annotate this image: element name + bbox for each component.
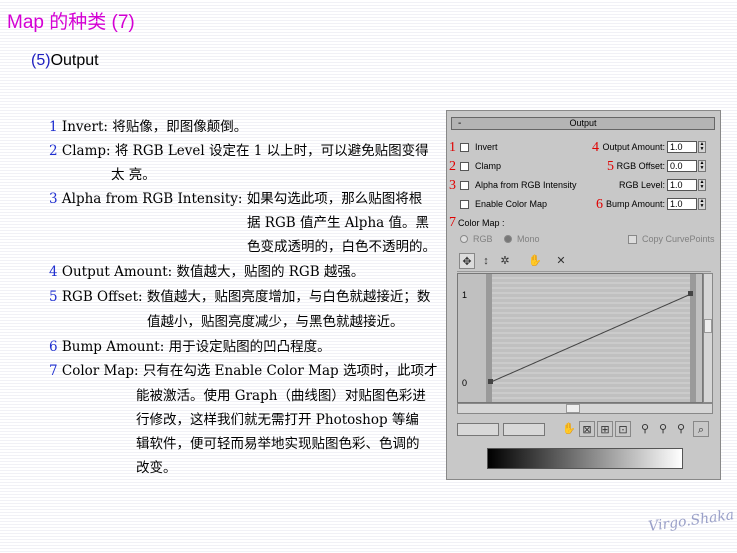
zoom-vertical-extents-icon[interactable]: ⊡ <box>615 421 631 437</box>
item-text: RGB Offset: 数值越大，贴图亮度增加，与白色就越接近；数 <box>61 289 431 305</box>
alpha-from-rgb-label: Alpha from RGB Intensity <box>475 180 577 190</box>
delete-point-icon[interactable]: ✕ <box>553 253 569 269</box>
clamp-label: Clamp <box>475 161 502 171</box>
curve-graph[interactable]: 1 0 <box>457 273 703 403</box>
marker-4: 4 <box>592 140 599 155</box>
curve-graph-svg: 1 0 <box>462 274 696 402</box>
item-number: 1 <box>49 119 58 135</box>
bump-amount-input[interactable]: 1.0 <box>667 198 697 210</box>
marker-1: 1 <box>449 140 456 155</box>
output-amount-label: Output Amount: <box>602 142 665 152</box>
color-gradient-bar <box>487 448 683 469</box>
list-item-color-map: 7 Color Map: 只有在勾选 Enable Color Map 选项时，… <box>49 359 437 383</box>
author-signature: Virgo.Shaka <box>647 507 736 535</box>
point-x-field[interactable] <box>457 423 499 436</box>
item-text-continued: 改变。 <box>136 460 177 476</box>
item-number: 7 <box>49 363 58 379</box>
horizontal-scroll-thumb[interactable] <box>566 404 580 413</box>
zoom-horizontal-icon[interactable]: ⚲ <box>637 421 653 437</box>
rollout-title: Output <box>569 118 597 128</box>
item-text-continued: 据 RGB 值产生 Alpha 值。黑 <box>247 215 429 231</box>
invert-checkbox[interactable] <box>460 143 469 152</box>
zoom-icon[interactable]: ⚲ <box>673 421 689 437</box>
list-item-alpha: 3 Alpha from RGB Intensity: 如果勾选此项，那么贴图将… <box>49 187 422 211</box>
list-item-rgb-offset: 5 RGB Offset: 数值越大，贴图亮度增加，与白色就越接近；数 <box>49 285 430 309</box>
graph-horizontal-scrollbar[interactable] <box>457 403 713 414</box>
zoom-horizontal-extents-icon[interactable]: ⊞ <box>597 421 613 437</box>
list-item-invert: 1 Invert: 将贴像，即图像颠倒。 <box>49 115 247 139</box>
item-text: Clamp: 将 RGB Level 设定在 1 以上时，可以避免贴图变得 <box>61 143 429 159</box>
spinner-arrows-icon[interactable]: ▲ ▼ <box>698 179 706 191</box>
spinner-arrows-icon[interactable]: ▲ ▼ <box>698 141 706 153</box>
item-text-continued: 太 亮。 <box>111 167 156 183</box>
rgb-radio-label: RGB <box>473 234 493 244</box>
bump-amount-label: Bump Amount: <box>605 199 665 209</box>
item-text-continued: 色变成透明的，白色不透明的。 <box>247 239 436 255</box>
copy-curve-points-checkbox[interactable] <box>628 235 637 244</box>
page-title: Map 的种类 (7) <box>7 12 135 33</box>
alpha-from-rgb-checkbox[interactable] <box>460 181 469 190</box>
mono-radio-label: Mono <box>517 234 540 244</box>
clamp-checkbox[interactable] <box>460 162 469 171</box>
spinner-arrows-icon[interactable]: ▲ ▼ <box>698 198 706 210</box>
item-text: Invert: 将贴像，即图像颠倒。 <box>61 119 248 135</box>
item-number: 3 <box>49 191 58 207</box>
point-y-field[interactable] <box>503 423 545 436</box>
item-text: Output Amount: 数值越大，贴图的 RGB 越强。 <box>61 264 365 280</box>
zoom-region-icon[interactable]: ⌕ <box>693 421 709 437</box>
section-number: (5) <box>31 52 51 69</box>
item-number: 4 <box>49 264 58 280</box>
item-text-continued: 辑软件，便可轻而易举地实现贴图色彩、色调的 <box>136 436 420 452</box>
rgb-offset-label: RGB Offset: <box>616 161 665 171</box>
add-point-icon[interactable]: ✲ <box>497 253 513 269</box>
curve-point-end[interactable] <box>688 291 693 296</box>
marker-6: 6 <box>596 197 603 212</box>
rgb-level-input[interactable]: 1.0 <box>667 179 697 191</box>
vertical-scroll-thumb[interactable] <box>704 319 712 333</box>
output-rollout-panel: - Output 1 Invert 2 Clamp 3 Alpha from R… <box>446 110 721 480</box>
enable-color-map-checkbox[interactable] <box>460 200 469 209</box>
item-number: 2 <box>49 143 58 159</box>
graph-vertical-scrollbar[interactable] <box>703 273 713 403</box>
marker-3: 3 <box>449 178 456 193</box>
pan-hand-icon[interactable]: ✋ <box>527 253 543 269</box>
section-title: Output <box>50 52 99 69</box>
mono-radio[interactable] <box>504 235 512 243</box>
item-text-continued: 能被激活。使用 Graph（曲线图）对贴图色彩进 <box>136 388 426 404</box>
graph-label-top: 1 <box>462 290 467 300</box>
graph-label-bottom: 0 <box>462 378 467 388</box>
section-subtitle: (5)Output <box>31 52 99 70</box>
graph-bottom-toolbar: ✋ ⊠ ⊞ ⊡ ⚲ ⚲ ⚲ ⌕ <box>457 421 713 439</box>
output-amount-input[interactable]: 1.0 <box>667 141 697 153</box>
zoom-extents-icon[interactable]: ⊠ <box>579 421 595 437</box>
invert-label: Invert <box>475 142 498 152</box>
item-number: 5 <box>49 289 58 305</box>
item-text: Alpha from RGB Intensity: 如果勾选此项，那么贴图将根 <box>61 191 423 207</box>
item-text: Color Map: 只有在勾选 Enable Color Map 选项时，此项… <box>61 363 438 379</box>
item-text: Bump Amount: 用于设定贴图的凹凸程度。 <box>61 339 331 355</box>
list-item-clamp: 2 Clamp: 将 RGB Level 设定在 1 以上时，可以避免贴图变得 <box>49 139 429 163</box>
rgb-level-label: RGB Level: <box>618 180 665 190</box>
copy-curve-points-label: Copy CurvePoints <box>642 234 715 244</box>
enable-color-map-label: Enable Color Map <box>475 199 548 209</box>
list-item-output-amount: 4 Output Amount: 数值越大，贴图的 RGB 越强。 <box>49 260 364 284</box>
curve-point-start[interactable] <box>488 379 493 384</box>
scale-point-icon[interactable]: ↕ <box>478 253 494 269</box>
color-map-label: Color Map : <box>458 218 505 228</box>
rollout-header[interactable]: - Output <box>451 117 715 130</box>
marker-2: 2 <box>449 159 456 174</box>
spinner-arrows-icon[interactable]: ▲ ▼ <box>698 160 706 172</box>
item-text-continued: 行修改，这样我们就无需打开 Photoshop 等编 <box>136 412 419 428</box>
rgb-offset-input[interactable]: 0.0 <box>667 160 697 172</box>
rgb-radio[interactable] <box>460 235 468 243</box>
list-item-bump-amount: 6 Bump Amount: 用于设定贴图的凹凸程度。 <box>49 335 331 359</box>
graph-gridlines <box>486 277 696 399</box>
move-icon[interactable]: ✥ <box>459 253 475 269</box>
item-number: 6 <box>49 339 58 355</box>
item-text-continued: 值越小，贴图亮度减少，与黑色就越接近。 <box>147 314 404 330</box>
zoom-vertical-icon[interactable]: ⚲ <box>655 421 671 437</box>
curve-toolbar: ✥ ↕ ✲ ✋ ✕ <box>457 251 711 272</box>
pan-icon[interactable]: ✋ <box>561 421 577 437</box>
marker-7: 7 <box>449 215 456 230</box>
